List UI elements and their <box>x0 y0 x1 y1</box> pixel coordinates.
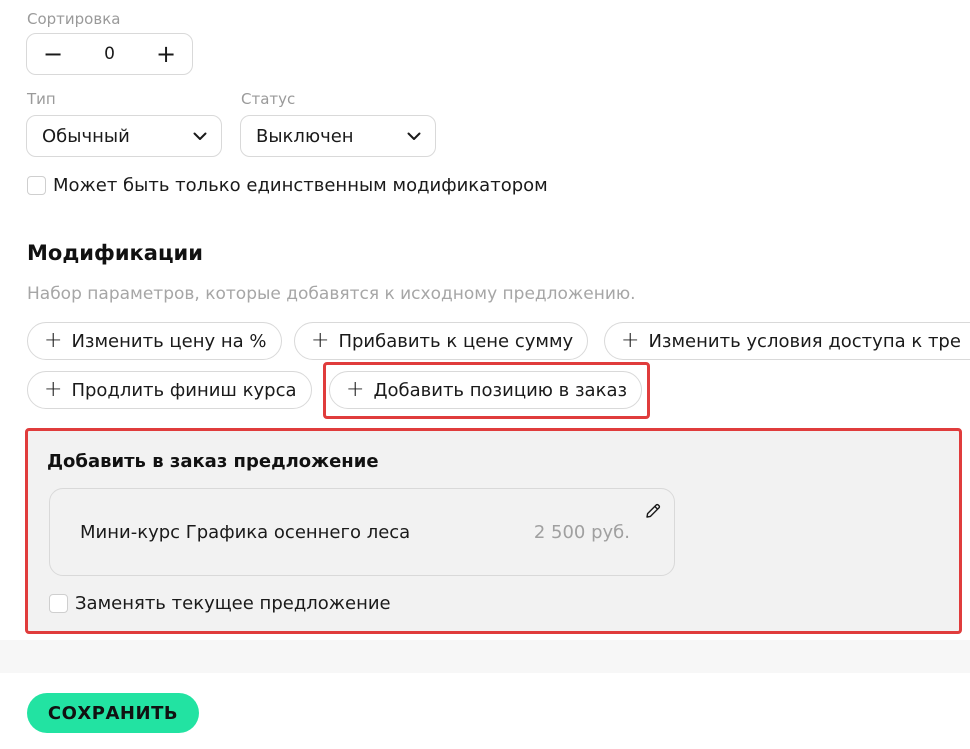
plus-icon: + <box>621 328 640 353</box>
chevron-down-icon <box>193 132 207 140</box>
chip-label: Изменить условия доступа к тре <box>648 330 961 352</box>
sorting-value[interactable]: 0 <box>104 44 115 64</box>
sorting-label: Сортировка <box>27 10 121 28</box>
chip-label: Изменить цену на % <box>71 330 267 352</box>
type-select-value: Обычный <box>42 125 130 147</box>
footer-divider <box>0 640 970 673</box>
increment-button[interactable]: + <box>156 42 176 66</box>
highlight-frame <box>323 362 650 419</box>
plus-icon: + <box>44 328 63 353</box>
chip-label: Прибавить к цене сумму <box>338 330 574 352</box>
offer-price: 2 500 руб. <box>533 522 630 543</box>
modifications-subtitle: Набор параметров, которые добавятся к ис… <box>27 284 636 304</box>
chip-extend-course-finish[interactable]: + Продлить финиш курса <box>27 371 312 409</box>
plus-icon: + <box>44 377 63 402</box>
decrement-button[interactable]: − <box>43 42 63 66</box>
chip-change-access-conditions[interactable]: + Изменить условия доступа к тре <box>604 322 970 360</box>
replace-current-row[interactable]: Заменять текущее предложение <box>49 593 391 614</box>
type-select[interactable]: Обычный <box>26 115 222 157</box>
single-modifier-checkbox[interactable] <box>27 176 46 195</box>
chevron-down-icon <box>407 132 421 140</box>
chip-change-price-percent[interactable]: + Изменить цену на % <box>27 322 282 360</box>
chip-add-sum-to-price[interactable]: + Прибавить к цене сумму <box>294 322 589 360</box>
chip-label: Продлить финиш курса <box>71 379 297 401</box>
replace-current-label: Заменять текущее предложение <box>75 593 391 614</box>
offer-name: Мини-курс Графика осеннего леса <box>80 522 411 543</box>
pencil-icon[interactable] <box>644 502 662 520</box>
replace-current-checkbox[interactable] <box>49 594 68 613</box>
add-offer-panel: Добавить в заказ предложение Мини-курс Г… <box>25 428 962 634</box>
plus-icon: + <box>311 328 330 353</box>
type-label: Тип <box>27 90 56 108</box>
add-offer-title: Добавить в заказ предложение <box>47 451 379 472</box>
modifications-title: Модификации <box>27 241 203 265</box>
single-modifier-label: Может быть только единственным модификат… <box>53 175 548 196</box>
save-button[interactable]: СОХРАНИТЬ <box>27 693 199 733</box>
single-modifier-row[interactable]: Может быть только единственным модификат… <box>27 175 548 196</box>
sorting-stepper: − 0 + <box>26 33 193 75</box>
offer-card[interactable]: Мини-курс Графика осеннего леса 2 500 ру… <box>49 488 675 576</box>
status-select[interactable]: Выключен <box>240 115 436 157</box>
status-select-value: Выключен <box>256 125 354 147</box>
status-label: Статус <box>241 90 296 108</box>
